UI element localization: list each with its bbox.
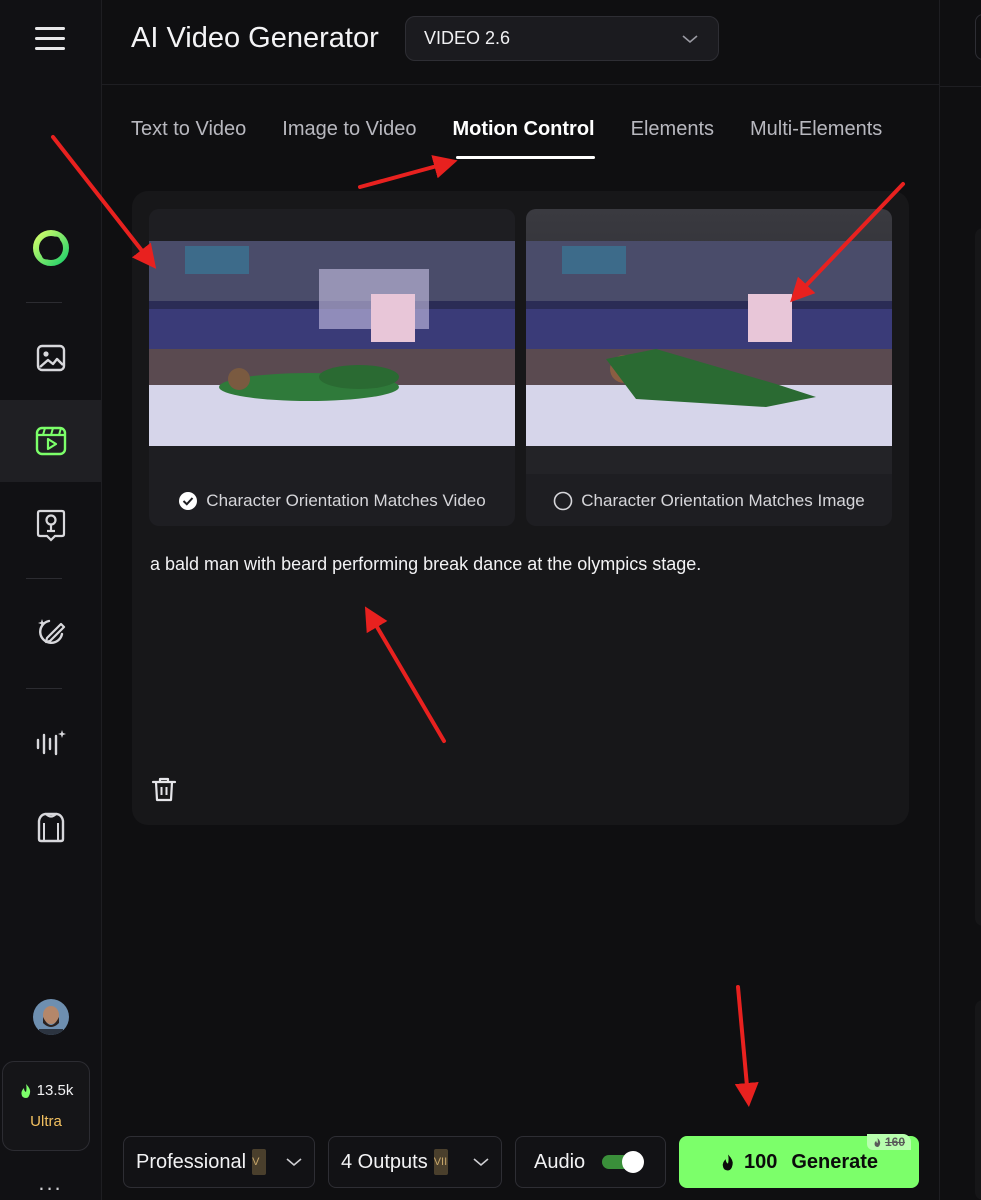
quality-value: Professional — [136, 1150, 247, 1173]
credits-count: 13.5k — [36, 1082, 74, 1099]
sidebar-item-edit[interactable] — [0, 591, 101, 673]
tab-image-to-video[interactable]: Image to Video — [282, 118, 416, 162]
avatar[interactable] — [32, 999, 69, 1035]
original-cost-badge: 160 — [866, 1134, 911, 1150]
sidebar-item-apparel[interactable] — [0, 786, 101, 868]
more-menu[interactable]: ... — [38, 1170, 62, 1196]
option-matches-video-label: Character Orientation Matches Video — [206, 491, 486, 510]
image-icon — [36, 344, 65, 372]
right-panel-control[interactable] — [975, 14, 981, 60]
tab-motion-control[interactable]: Motion Control — [452, 118, 595, 162]
reference-video-card[interactable]: Character Orientation Matches Video — [149, 209, 515, 526]
tab-elements[interactable]: Elements — [631, 118, 714, 162]
column-divider — [939, 0, 940, 1200]
chevron-down-icon — [682, 34, 698, 43]
character-image-thumbnail — [526, 209, 892, 474]
reference-video-thumbnail — [149, 209, 515, 474]
sidebar-item-ideas[interactable] — [0, 484, 101, 566]
option-matches-image-label: Character Orientation Matches Image — [581, 491, 865, 510]
outputs-badge: VII — [433, 1149, 448, 1175]
sidebar-item-image[interactable] — [0, 317, 101, 399]
menu-icon[interactable] — [33, 24, 69, 54]
quality-select[interactable]: Professional V — [123, 1136, 315, 1188]
outputs-select[interactable]: 4 Outputs VII — [328, 1136, 502, 1188]
flame-icon — [874, 1137, 881, 1147]
chevron-down-icon — [286, 1158, 302, 1167]
right-panel-card — [975, 1000, 981, 1200]
original-cost: 160 — [884, 1135, 905, 1149]
credits-box[interactable]: 13.5k Ultra — [2, 1061, 90, 1151]
sidebar-item-video[interactable] — [0, 400, 101, 482]
prompt-input[interactable]: a bald man with beard performing break d… — [150, 554, 701, 575]
header-divider — [101, 84, 939, 85]
option-matches-video[interactable]: Character Orientation Matches Video — [149, 481, 515, 521]
sidebar-divider — [26, 578, 62, 579]
logo-icon[interactable] — [31, 228, 71, 268]
right-panel-divider — [940, 86, 981, 87]
magic-edit-icon — [37, 619, 65, 644]
flame-icon — [722, 1154, 733, 1170]
page-title: AI Video Generator — [131, 22, 379, 54]
audio-wave-icon — [36, 730, 66, 756]
option-matches-image[interactable]: Character Orientation Matches Image — [526, 481, 892, 521]
motion-control-panel: Character Orientation Matches Video Char… — [132, 191, 909, 825]
quality-badge: V — [252, 1149, 267, 1175]
radio-unchecked-icon — [553, 491, 573, 511]
generate-cost: 100 — [743, 1150, 778, 1173]
annotation-arrow — [358, 155, 458, 189]
sidebar-divider — [26, 302, 62, 303]
model-select-value: VIDEO 2.6 — [424, 28, 511, 48]
tab-multi-elements[interactable]: Multi-Elements — [750, 118, 882, 162]
chevron-down-icon — [473, 1158, 489, 1167]
character-image-card[interactable]: Character Orientation Matches Image — [526, 209, 892, 526]
sidebar-item-audio[interactable] — [0, 702, 101, 784]
audio-label: Audio — [534, 1150, 586, 1173]
sidebar-divider — [26, 688, 62, 689]
trash-icon[interactable] — [150, 775, 178, 803]
audio-toggle-group: Audio — [515, 1136, 666, 1188]
generate-button[interactable]: 100 Generate 160 — [679, 1134, 919, 1188]
shirt-icon — [37, 812, 64, 843]
outputs-value: 4 Outputs — [341, 1150, 428, 1173]
annotation-arrow — [734, 985, 759, 1107]
audio-toggle[interactable] — [601, 1149, 647, 1175]
generate-label: Generate — [791, 1150, 879, 1173]
sidebar: 13.5k Ultra ... — [0, 0, 102, 1200]
mode-tabs: Text to Video Image to Video Motion Cont… — [131, 118, 882, 162]
flame-icon — [21, 1083, 30, 1098]
right-panel-card — [975, 228, 981, 926]
video-icon — [35, 426, 66, 456]
plan-tier: Ultra — [30, 1113, 62, 1130]
lightbulb-icon — [36, 509, 65, 542]
tab-text-to-video[interactable]: Text to Video — [131, 118, 246, 162]
model-select[interactable]: VIDEO 2.6 — [405, 16, 719, 61]
check-circle-icon — [179, 492, 198, 510]
